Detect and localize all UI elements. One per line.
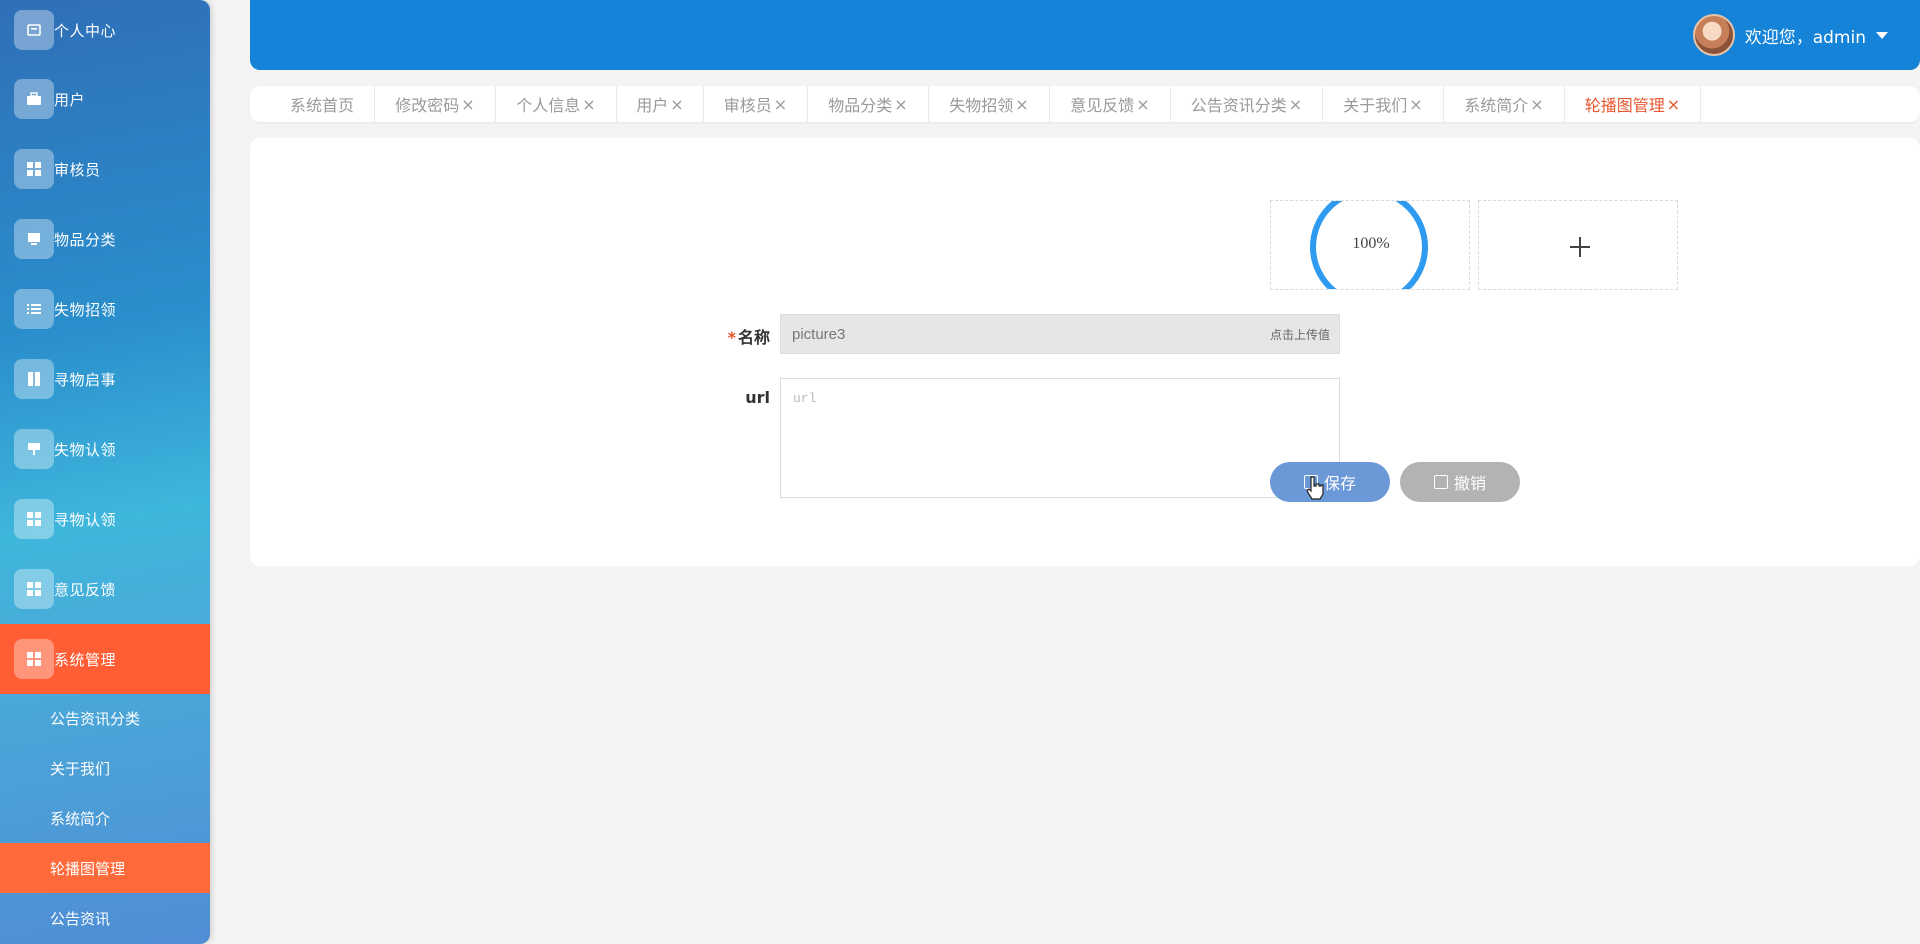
sidebar-subitem-news[interactable]: 公告资讯 [0, 893, 210, 943]
close-icon[interactable]: × [670, 95, 683, 114]
progress-text: 100% [1352, 235, 1390, 252]
sidebar-item-feedback[interactable]: 意见反馈 [0, 554, 210, 624]
sidebar-item-label: 审核员 [54, 160, 101, 179]
plus-icon [1570, 237, 1590, 257]
url-label: url [745, 388, 770, 407]
sidebar-item-search-claim[interactable]: 寻物认领 [0, 484, 210, 554]
tab-change-password[interactable]: 修改密码 × [375, 86, 496, 122]
sidebar-item-category[interactable]: 物品分类 [0, 204, 210, 274]
sidebar-subitem-label: 轮播图管理 [50, 859, 126, 878]
sidebar-subitem-intro[interactable]: 系统简介 [0, 793, 210, 843]
tab-user[interactable]: 用户 × [617, 86, 704, 122]
briefcase-icon [14, 79, 54, 119]
tab-intro[interactable]: 系统简介 × [1444, 86, 1565, 122]
tab-label: 系统简介 [1464, 96, 1529, 115]
close-icon[interactable]: × [774, 95, 787, 114]
avatar-icon[interactable] [1692, 14, 1735, 56]
close-icon[interactable]: × [461, 95, 474, 114]
sidebar-subitem-label: 公告资讯分类 [50, 709, 141, 728]
hand-cursor-icon [1306, 476, 1324, 500]
tab-lost-found[interactable]: 失物招领 × [929, 86, 1050, 122]
sidebar-item-lost-found[interactable]: 失物招领 [0, 274, 210, 344]
grid-icon [14, 639, 54, 679]
name-input[interactable] [780, 314, 1340, 354]
monitor-icon [14, 219, 54, 259]
sidebar-subitem-news-category[interactable]: 公告资讯分类 [0, 693, 210, 743]
save-button[interactable]: 保存 [1270, 462, 1390, 502]
sidebar-item-system[interactable]: 系统管理 [0, 624, 210, 694]
grid-icon [14, 149, 54, 189]
sidebar-item-label: 用户 [54, 90, 86, 109]
sidebar-subitem-about[interactable]: 关于我们 [0, 743, 210, 793]
profile-icon [14, 10, 54, 50]
tab-home[interactable]: 系统首页 [270, 86, 375, 122]
sidebar-item-user[interactable]: 用户 [0, 64, 210, 134]
form-panel: *名称 url 值 100% 点击上传值 保存 撤销 [250, 138, 1920, 566]
tab-bar: 系统首页 修改密码 × 个人信息 × 用户 × 审核员 × 物品分类 × 失物招领 × 意见… [250, 86, 1920, 122]
tab-label: 修改密码 [395, 96, 460, 115]
tab-category[interactable]: 物品分类 × [808, 86, 929, 122]
tab-label: 物品分类 [828, 96, 893, 115]
sidebar-subitem-label: 系统简介 [50, 809, 111, 828]
sidebar-item-label: 物品分类 [54, 230, 117, 249]
url-input[interactable] [780, 378, 1340, 498]
sidebar-item-profile[interactable]: 个人中心 [0, 0, 210, 65]
close-icon[interactable]: × [1409, 95, 1422, 114]
sidebar-item-label: 失物招领 [54, 300, 117, 319]
tab-personal-info[interactable]: 个人信息 × [496, 86, 617, 122]
book-icon [14, 359, 54, 399]
user-menu[interactable]: 欢迎您，admin [1692, 14, 1888, 56]
sidebar-subitem-carousel[interactable]: 轮播图管理 [0, 843, 210, 893]
required-mark: * [727, 328, 736, 347]
top-bar: 欢迎您，admin [250, 0, 1920, 70]
sidebar-item-label: 个人中心 [54, 21, 117, 40]
sidebar-item-reviewer[interactable]: 审核员 [0, 134, 210, 204]
sidebar-item-label: 意见反馈 [54, 580, 117, 599]
cancel-button[interactable]: 撤销 [1400, 462, 1520, 502]
sidebar: 个人中心 用户 审核员 物品分类 失物招领 寻物启事 失物认领 寻物认领 意见反… [0, 0, 210, 944]
sidebar-item-label: 系统管理 [54, 650, 117, 669]
grid-icon [14, 569, 54, 609]
tab-label: 公告资讯分类 [1190, 96, 1287, 115]
cancel-icon [1433, 475, 1448, 489]
close-icon[interactable]: × [1667, 95, 1680, 114]
upload-button[interactable] [1478, 200, 1678, 290]
stand-icon [14, 429, 54, 469]
tab-label: 系统首页 [289, 96, 354, 115]
tab-label: 轮播图管理 [1584, 96, 1665, 115]
close-icon[interactable]: × [1289, 95, 1302, 114]
tab-feedback[interactable]: 意见反馈 × [1050, 86, 1171, 122]
sidebar-subitem-label: 关于我们 [50, 759, 111, 778]
close-icon[interactable]: × [1530, 95, 1543, 114]
tab-label: 个人信息 [516, 96, 581, 115]
cancel-label: 撤销 [1453, 474, 1486, 493]
tab-label: 用户 [636, 96, 669, 115]
name-label: * 名称 [727, 328, 770, 347]
tab-about[interactable]: 关于我们 × [1323, 86, 1444, 122]
close-icon[interactable]: × [582, 95, 595, 114]
sidebar-subitem-label: 公告资讯 [50, 909, 111, 928]
grid-icon [14, 499, 54, 539]
save-label: 保存 [1323, 474, 1356, 493]
sidebar-item-label: 寻物认领 [54, 510, 117, 529]
sidebar-item-label: 寻物启事 [54, 370, 117, 389]
tab-label: 审核员 [723, 96, 772, 115]
close-icon[interactable]: × [894, 95, 907, 114]
tab-news-category[interactable]: 公告资讯分类 × [1171, 86, 1323, 122]
tab-label: 意见反馈 [1070, 96, 1135, 115]
welcome-text: 欢迎您，admin [1744, 27, 1866, 48]
upload-hint: 点击上传值 [1270, 328, 1331, 342]
caret-down-icon[interactable] [1876, 31, 1888, 39]
list-icon [14, 289, 54, 329]
tab-label: 关于我们 [1343, 96, 1408, 115]
tab-label: 失物招领 [949, 96, 1014, 115]
close-icon[interactable]: × [1015, 95, 1028, 114]
close-icon[interactable]: × [1136, 95, 1149, 114]
tab-carousel[interactable]: 轮播图管理 × [1565, 86, 1701, 122]
sidebar-item-claim[interactable]: 失物认领 [0, 414, 210, 484]
tab-reviewer[interactable]: 审核员 × [704, 86, 808, 122]
sidebar-item-label: 失物认领 [54, 440, 117, 459]
sidebar-item-lost-notice[interactable]: 寻物启事 [0, 344, 210, 414]
upload-preview: 100% [1270, 200, 1470, 290]
